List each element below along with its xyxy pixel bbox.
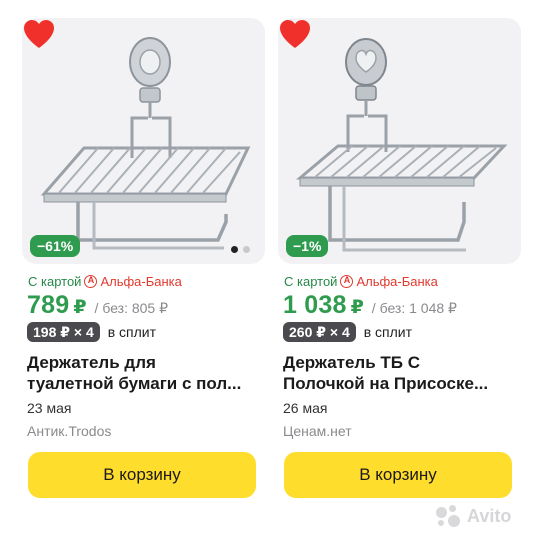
split-row: 260 ₽ × 4 в сплит (283, 322, 412, 342)
old-price: / без: 1 048 ₽ (371, 300, 457, 316)
split-label: в сплит (363, 324, 413, 340)
heart-icon[interactable] (278, 18, 312, 50)
pagination-dot (243, 246, 250, 253)
bank-offer: С картой Альфа-Банка (28, 274, 182, 289)
pagination-dot-active (231, 246, 238, 253)
product-grid: −61% С картой Альфа-Банка 789 ₽ / без: 8… (22, 18, 521, 518)
seller-name[interactable]: Антик.Trodos (27, 423, 111, 439)
soap-dish-holder-image (40, 37, 251, 250)
avito-logo: Avito (436, 505, 511, 527)
bank-name: Альфа-Банка (100, 274, 182, 289)
add-to-cart-button[interactable]: В корзину (284, 452, 512, 498)
avito-wordmark: Avito (467, 505, 512, 526)
product-title-line: Полочкой на Присоске... (283, 374, 489, 393)
split-row: 198 ₽ × 4 в сплит (27, 322, 156, 342)
alfa-bank-logo-icon (340, 275, 354, 288)
bank-offer-prefix: С картой (28, 274, 82, 289)
product-card[interactable]: −1% С картой Альфа-Банка 1 038 ₽ / без: … (278, 18, 521, 518)
heart-icon[interactable] (22, 18, 56, 50)
price-row: 789 ₽ / без: 805 ₽ (27, 291, 168, 320)
discount-badge: −61% (30, 235, 81, 257)
delivery-date: 23 мая (27, 400, 72, 416)
price-row: 1 038 ₽ / без: 1 048 ₽ (283, 291, 457, 320)
split-label: в сплит (107, 324, 157, 340)
price-currency: ₽ (350, 297, 364, 318)
product-title-line: туалетной бумаги с пол... (27, 374, 242, 393)
product-title-line: Держатель ТБ С (283, 353, 421, 372)
bank-offer: С картой Альфа-Банка (284, 274, 438, 289)
split-badge: 198 ₽ × 4 (27, 322, 100, 342)
product-title[interactable]: Держатель ТБ С Полочкой на Присоске... (283, 352, 519, 394)
seller-name[interactable]: Ценам.нет (283, 423, 352, 439)
photo-pagination (231, 246, 250, 253)
soap-dish-holder-image (295, 38, 508, 252)
product-title-line: Держатель для (27, 353, 156, 372)
avito-dots-icon (436, 505, 462, 527)
price: 1 038 (283, 291, 347, 319)
product-photo[interactable]: −1% (278, 18, 521, 264)
discount-badge: −1% (286, 235, 329, 257)
add-to-cart-button[interactable]: В корзину (28, 452, 256, 498)
bank-name: Альфа-Банка (356, 274, 438, 289)
old-price: / без: 805 ₽ (94, 300, 169, 316)
delivery-date: 26 мая (283, 400, 328, 416)
bank-offer-prefix: С картой (284, 274, 338, 289)
product-photo[interactable]: −61% (22, 18, 265, 264)
price: 789 (27, 291, 70, 319)
split-badge: 260 ₽ × 4 (283, 322, 356, 342)
product-card[interactable]: −61% С картой Альфа-Банка 789 ₽ / без: 8… (22, 18, 265, 518)
alfa-bank-logo-icon (84, 275, 98, 288)
product-title[interactable]: Держатель для туалетной бумаги с пол... (27, 352, 263, 394)
price-currency: ₽ (73, 297, 87, 318)
